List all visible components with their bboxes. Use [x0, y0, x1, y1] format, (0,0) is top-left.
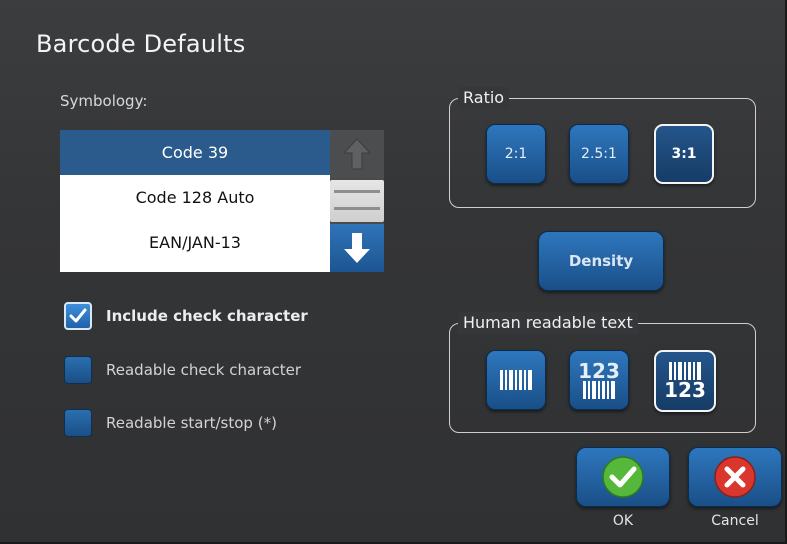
list-item-code39[interactable]: Code 39 — [60, 130, 330, 175]
readable-start-stop-checkbox[interactable] — [64, 409, 92, 437]
readable-check-checkbox[interactable] — [64, 356, 92, 384]
include-check-character-option[interactable]: Include check character — [64, 302, 308, 330]
ok-button[interactable] — [576, 447, 670, 507]
hr-text-below-button[interactable]: 123 — [654, 350, 716, 412]
cancel-label: Cancel — [711, 513, 759, 529]
symbology-list[interactable]: Code 39 Code 128 Auto EAN/JAN-13 — [60, 130, 330, 272]
human-readable-group-title: Human readable text — [458, 312, 638, 334]
scroll-thumb[interactable] — [330, 180, 384, 222]
hr-barcode-only-button[interactable] — [486, 350, 546, 410]
list-item-code128-auto[interactable]: Code 128 Auto — [60, 175, 330, 220]
barcode-defaults-dialog: Barcode Defaults Symbology: Code 39 Code… — [0, 0, 787, 544]
ratio-3-1-button[interactable]: 3:1 — [654, 124, 714, 184]
readable-check-character-option[interactable]: Readable check character — [64, 356, 301, 384]
readable-check-label: Readable check character — [106, 361, 302, 379]
cancel-x-icon — [714, 456, 756, 498]
include-check-checkbox[interactable] — [64, 302, 92, 330]
checkmark-icon — [69, 308, 87, 323]
hr-text-above-button[interactable]: 123 — [569, 350, 629, 410]
ok-label: OK — [612, 513, 634, 529]
ratio-group-title: Ratio — [458, 87, 510, 109]
cancel-button[interactable] — [688, 447, 782, 507]
list-item-ean-jan-13[interactable]: EAN/JAN-13 — [60, 220, 330, 265]
symbology-scrollbar[interactable] — [330, 130, 384, 272]
dialog-title: Barcode Defaults — [36, 30, 246, 58]
arrow-up-icon — [342, 138, 372, 170]
scroll-up-button[interactable] — [330, 130, 384, 178]
symbology-label: Symbology: — [60, 92, 148, 110]
readable-start-stop-option[interactable]: Readable start/stop (*) — [64, 409, 277, 437]
text-above-barcode-icon — [583, 381, 615, 399]
ok-check-icon — [602, 456, 644, 498]
density-button[interactable]: Density — [538, 231, 664, 291]
scroll-down-button[interactable] — [330, 224, 384, 272]
arrow-down-icon — [344, 233, 370, 263]
include-check-label: Include check character — [106, 307, 308, 325]
hr-below-text: 123 — [664, 378, 706, 402]
ratio-2-1-button[interactable]: 2:1 — [486, 124, 546, 184]
barcode-only-icon — [500, 370, 532, 390]
readable-start-stop-label: Readable start/stop (*) — [106, 414, 277, 432]
hr-above-text: 123 — [578, 359, 620, 383]
ratio-2-5-1-button[interactable]: 2.5:1 — [569, 124, 629, 184]
